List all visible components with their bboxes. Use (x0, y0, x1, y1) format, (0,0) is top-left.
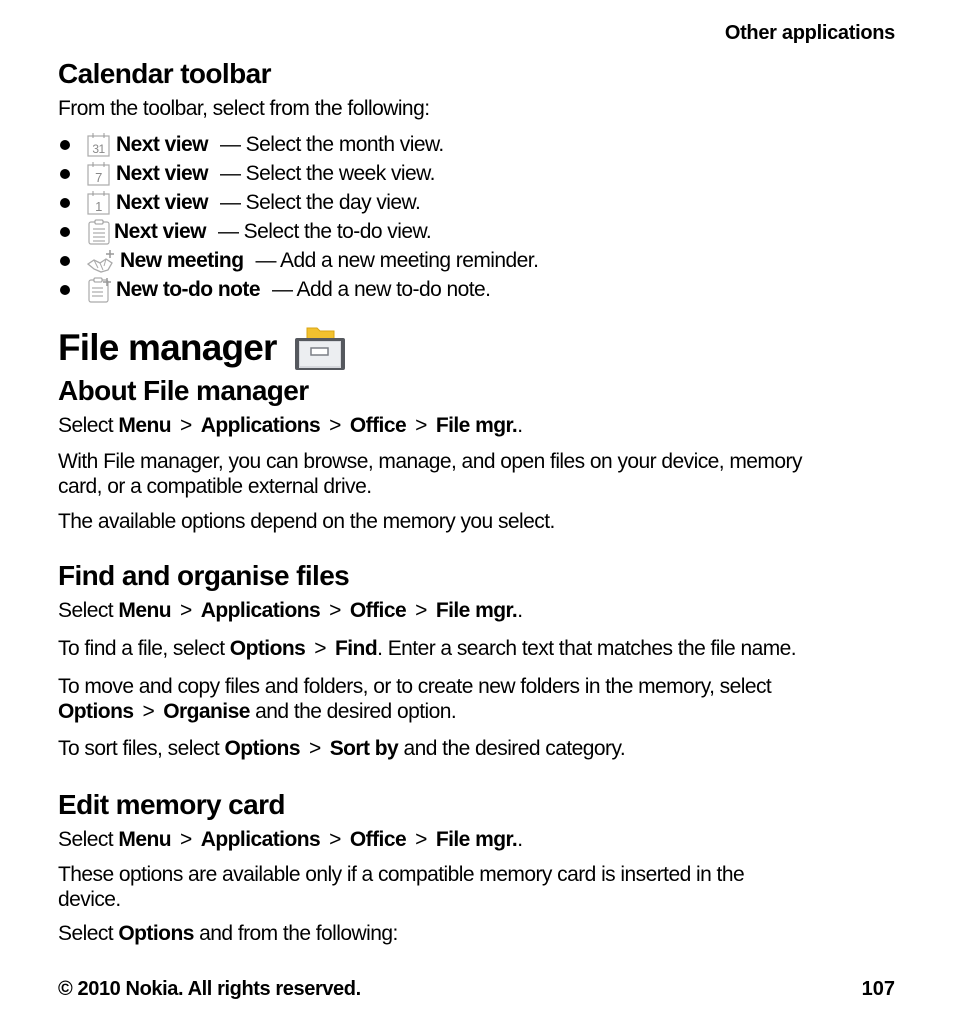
list-item: 7 Next view — Select the week view. (58, 159, 538, 188)
list-item: New to-do note — Add a new to-do note. (58, 275, 538, 304)
bullet (60, 255, 70, 266)
bullet (60, 284, 70, 295)
item-label: Next view (116, 161, 208, 185)
manual-page: Other applications Calendar toolbar From… (58, 0, 895, 1036)
svg-text:31: 31 (92, 142, 105, 156)
find-heading: Find and organise files (58, 560, 350, 591)
edit-paragraph-1: These options are available only if a co… (58, 863, 745, 911)
path-step: Menu (118, 828, 172, 851)
path-step: Applications (200, 828, 321, 851)
item-desc: — Add a new to-do note. (271, 277, 491, 301)
calendar-toolbar-list: 31 Next view — Select the month view. 7 … (58, 130, 539, 304)
about-paragraph-1: With File manager, you can browse, manag… (58, 450, 802, 498)
path-step: Menu (118, 599, 172, 622)
item-desc: — Select the to-do view. (217, 219, 432, 243)
list-item: New meeting — Add a new meeting reminder… (58, 246, 539, 275)
list-item: 1 Next view — Select the day view. (58, 188, 538, 217)
sort-paragraph: To sort files, select Options > Sort by an… (58, 737, 626, 760)
todo-list-icon (86, 219, 112, 245)
new-todo-icon (86, 277, 112, 303)
bullet (60, 139, 70, 150)
organise-paragraph: To move and copy files and folders, or t… (58, 675, 772, 723)
list-item: Next view — Select the to-do view. (58, 217, 538, 246)
svg-text:1: 1 (95, 199, 102, 214)
calendar-toolbar-intro: From the toolbar, select from the follow… (58, 97, 430, 120)
item-desc: — Select the day view. (219, 190, 421, 214)
item-label: Next view (114, 219, 206, 243)
path-step: Office (349, 828, 407, 851)
page-number: 107 (861, 978, 895, 1000)
svg-text:7: 7 (95, 170, 102, 185)
file-manager-title: File manager (58, 327, 277, 368)
item-desc: — Add a new meeting reminder. (255, 248, 539, 272)
edit-heading: Edit memory card (58, 789, 286, 820)
item-desc: — Select the week view. (219, 161, 436, 185)
item-label: Next view (116, 190, 208, 214)
path-step: Office (349, 414, 407, 437)
path-step: File mgr. (435, 828, 518, 851)
path-step: Office (349, 599, 407, 622)
new-meeting-icon (86, 248, 116, 274)
find-menu-path: Select Menu > Applications > Office > File mgr… (58, 599, 523, 622)
bullet (60, 197, 70, 208)
file-manager-title-row: File manager (58, 324, 347, 372)
path-step: Applications (200, 599, 321, 622)
running-head: Other applications (724, 22, 895, 44)
file-manager-drawer-icon (293, 324, 347, 372)
copyright: © 2010 Nokia. All rights reserved. (58, 978, 361, 1000)
about-menu-path: Select Menu > Applications > Office > File mgr… (58, 414, 523, 437)
calendar-day-icon: 1 (86, 190, 112, 216)
path-step: Menu (118, 414, 172, 437)
item-label: New meeting (120, 248, 244, 272)
bullet (60, 168, 70, 179)
item-label: Next view (116, 132, 208, 156)
about-paragraph-2: The available options depend on the memo… (58, 510, 555, 533)
calendar-month-icon: 31 (86, 132, 112, 158)
path-step: Applications (200, 414, 321, 437)
edit-paragraph-2: Select Options and from the following: (58, 922, 398, 945)
about-heading: About File manager (58, 375, 309, 406)
item-desc: — Select the month view. (219, 132, 444, 156)
list-item: 31 Next view — Select the month view. (58, 130, 538, 159)
item-label: New to-do note (116, 277, 261, 301)
bullet (60, 226, 70, 237)
calendar-toolbar-heading: Calendar toolbar (58, 58, 271, 89)
path-step: File mgr. (435, 414, 518, 437)
find-paragraph: To find a file, select Options > Find. Ent… (58, 637, 797, 660)
path-step: File mgr. (435, 599, 518, 622)
edit-menu-path: Select Menu > Applications > Office > File mgr… (58, 828, 523, 851)
calendar-week-icon: 7 (86, 161, 112, 187)
